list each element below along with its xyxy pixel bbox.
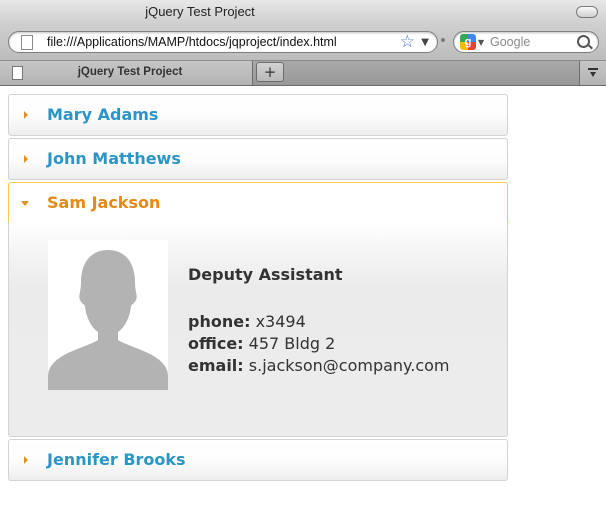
accordion-header-jennifer-brooks[interactable]: Jennifer Brooks [8, 439, 508, 481]
search-bar[interactable]: g ▼ [453, 31, 599, 53]
job-title: Deputy Assistant [188, 265, 343, 284]
accordion-panel-sam-jackson: Deputy Assistant phone: x3494 office: 45… [8, 222, 508, 437]
browser-toolbar: file:///Applications/MAMP/htdocs/jqproje… [0, 24, 606, 61]
email-label: email: [188, 356, 244, 375]
accordion-header-label[interactable]: Jennifer Brooks [47, 450, 186, 469]
accordion: Mary Adams John Matthews Sam Jackson Dep… [8, 94, 508, 483]
email-value: s.jackson@company.com [248, 356, 450, 375]
bookmark-star-icon[interactable]: ☆ [400, 32, 415, 52]
office-row: office: 457 Bldg 2 [188, 333, 450, 355]
new-tab-button[interactable]: + [256, 62, 284, 82]
collapsed-arrow-icon [24, 155, 28, 163]
window-title: jQuery Test Project [145, 4, 255, 19]
history-dropdown-icon[interactable]: ▼ [421, 33, 429, 53]
toolbar-toggle-button[interactable] [576, 6, 598, 18]
page-icon [21, 35, 33, 50]
accordion-header-mary-adams[interactable]: Mary Adams [8, 94, 508, 136]
google-engine-icon[interactable]: g [460, 34, 476, 50]
office-value: 457 Bldg 2 [248, 334, 336, 353]
tab-active[interactable]: jQuery Test Project [0, 61, 253, 85]
expanded-arrow-icon [21, 201, 29, 206]
phone-row: phone: x3494 [188, 311, 450, 333]
email-row: email: s.jackson@company.com [188, 355, 450, 377]
search-icon[interactable] [577, 35, 590, 48]
engine-dropdown-icon[interactable]: ▼ [478, 33, 484, 53]
phone-value: x3494 [255, 312, 306, 331]
accordion-header-john-matthews[interactable]: John Matthews [8, 138, 508, 180]
office-label: office: [188, 334, 244, 353]
tab-menu-icon[interactable] [579, 61, 606, 85]
contact-details: Deputy Assistant phone: x3494 office: 45… [188, 264, 450, 377]
tab-page-icon [12, 66, 23, 80]
toolbar-separator [441, 38, 445, 42]
tab-title: jQuery Test Project [77, 66, 183, 78]
avatar [48, 240, 168, 390]
collapsed-arrow-icon [24, 111, 28, 119]
accordion-header-label[interactable]: Sam Jackson [47, 193, 160, 212]
accordion-header-sam-jackson[interactable]: Sam Jackson [8, 182, 508, 223]
address-bar[interactable]: file:///Applications/MAMP/htdocs/jqproje… [8, 31, 438, 53]
accordion-header-label[interactable]: John Matthews [47, 149, 181, 168]
person-silhouette-icon [48, 240, 168, 390]
phone-label: phone: [188, 312, 251, 331]
accordion-header-label[interactable]: Mary Adams [47, 105, 158, 124]
url-text[interactable]: file:///Applications/MAMP/htdocs/jqproje… [47, 35, 337, 49]
tab-strip: jQuery Test Project + [0, 61, 606, 86]
collapsed-arrow-icon [24, 456, 28, 464]
search-input[interactable] [490, 34, 570, 49]
window-title-bar: jQuery Test Project [0, 0, 606, 24]
